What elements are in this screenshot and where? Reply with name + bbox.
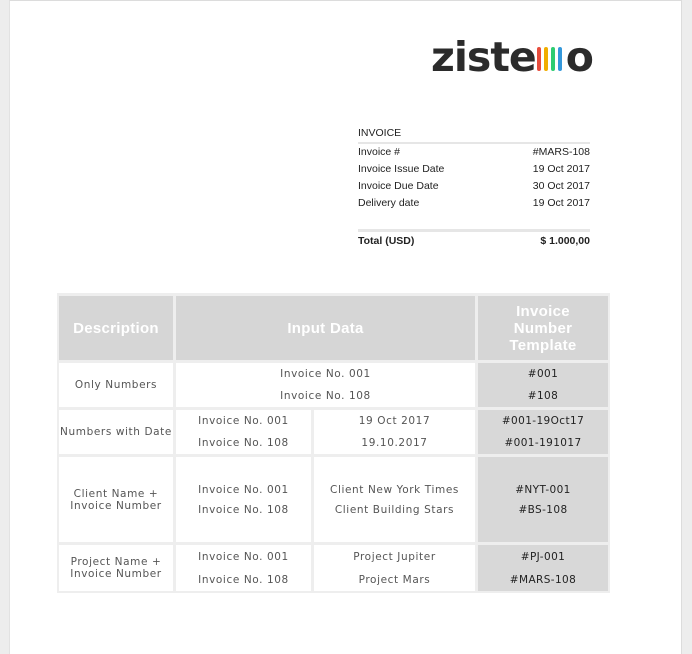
invoice-title: INVOICE xyxy=(358,126,590,144)
row-numbers-date-input-a: Invoice No. 001 Invoice No. 108 xyxy=(176,410,311,454)
row-client-name-input-a: Invoice No. 001 Invoice No. 108 xyxy=(176,457,311,542)
invoice-number-table: Description Input Data Invoice Number Temp… xyxy=(57,293,610,593)
logo-bars-icon xyxy=(536,37,565,78)
invoice-summary: INVOICE Invoice # #MARS-108 Invoice Issue… xyxy=(358,126,590,247)
header-input-data: Input Data xyxy=(176,296,475,360)
invoice-row-delivery-date: Delivery date 19 Oct 2017 xyxy=(358,197,590,209)
row-project-name-template: #PJ-001 #MARS-108 xyxy=(478,545,608,591)
row-numbers-date-input-b: 19 Oct 2017 19.10.2017 xyxy=(314,410,475,454)
row-project-name-description: Project Name + Invoice Number xyxy=(59,545,173,591)
row-numbers-date-template: #001-19Oct17 #001-191017 xyxy=(478,410,608,454)
logo-bar-1 xyxy=(543,47,548,71)
header-description: Description xyxy=(59,296,173,360)
row-project-name-input-a: Invoice No. 001 Invoice No. 108 xyxy=(176,545,311,591)
logo-text-left: zist xyxy=(431,33,510,81)
invoice-row-due-date: Invoice Due Date 30 Oct 2017 xyxy=(358,180,590,192)
row-only-numbers-description: Only Numbers xyxy=(59,363,173,407)
row-only-numbers-input: Invoice No. 001 Invoice No. 108 xyxy=(176,363,475,407)
total-value: $ 1.000,00 xyxy=(540,235,590,247)
invoice-row-number: Invoice # #MARS-108 xyxy=(358,146,590,158)
row-client-name-input-b: Client New York Times Client Building Sta… xyxy=(314,457,475,542)
row-only-numbers-template: #001 #108 xyxy=(478,363,608,407)
total-label: Total (USD) xyxy=(358,235,415,247)
zistemo-logo: ziste o xyxy=(431,37,594,78)
row-client-name-description: Client Name + Invoice Number xyxy=(59,457,173,542)
invoice-total: Total (USD) $ 1.000,00 xyxy=(358,229,590,247)
logo-bar-0 xyxy=(536,47,541,71)
logo-text-right: o xyxy=(565,33,594,81)
logo-bar-3 xyxy=(557,47,562,71)
invoice-row-issue-date: Invoice Issue Date 19 Oct 2017 xyxy=(358,163,590,175)
logo-bar-2 xyxy=(550,47,555,71)
header-invoice-number-template: Invoice Number Template xyxy=(478,296,608,360)
row-client-name-template: #NYT-001 #BS-108 xyxy=(478,457,608,542)
row-numbers-date-description: Numbers with Date xyxy=(59,410,173,454)
row-project-name-input-b: Project Jupiter Project Mars xyxy=(314,545,475,591)
logo-text-e: e xyxy=(508,33,537,81)
